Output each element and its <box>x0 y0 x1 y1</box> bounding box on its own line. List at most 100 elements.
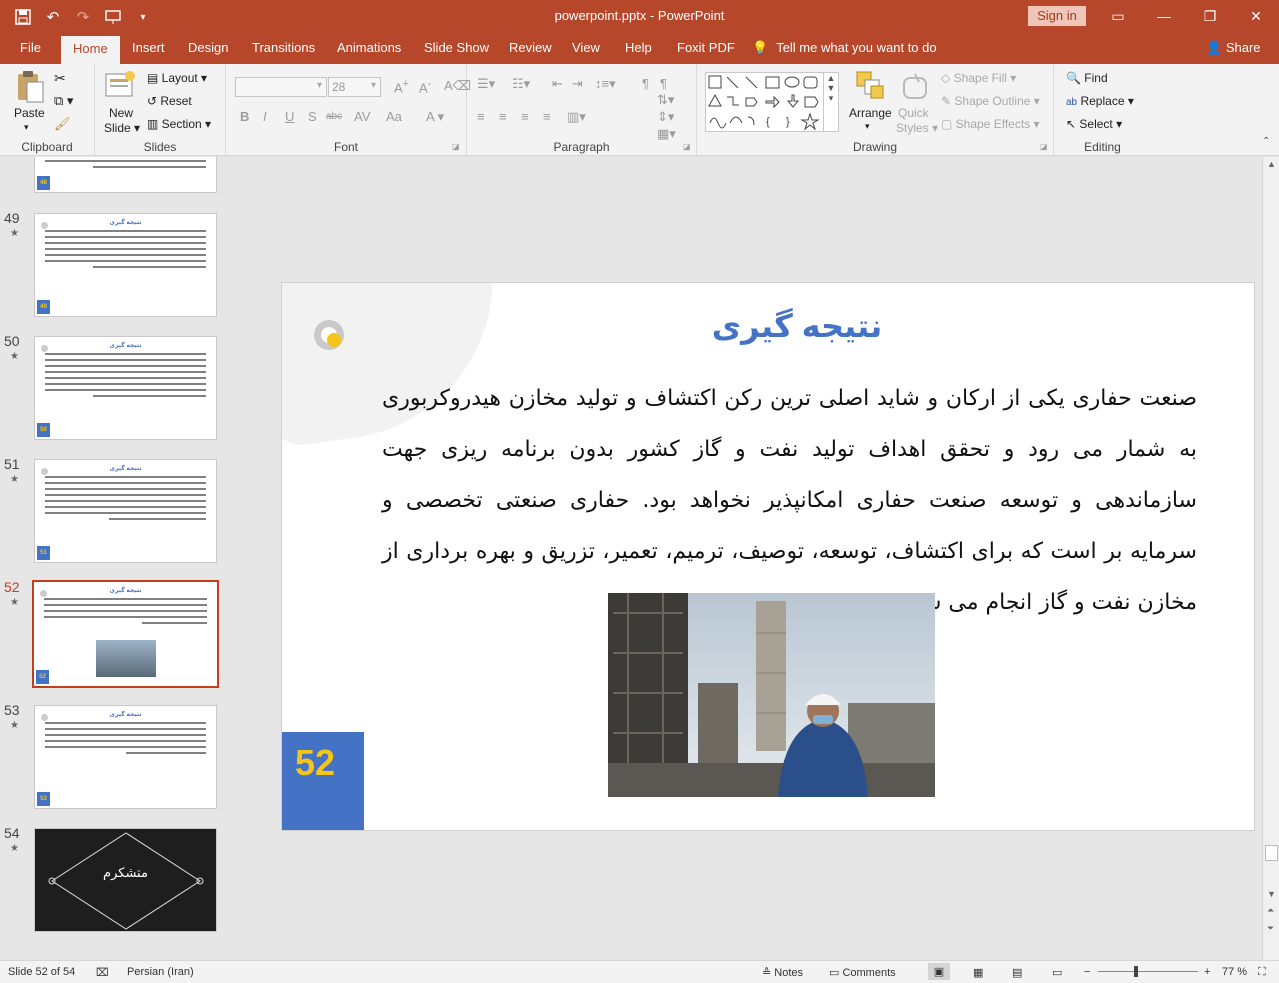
tab-file[interactable]: File <box>20 40 41 55</box>
arrange-icon[interactable] <box>855 70 885 100</box>
slide-title[interactable]: نتیجه گیری <box>282 307 1254 345</box>
zoom-in-icon[interactable]: + <box>1204 966 1210 978</box>
next-slide-icon[interactable]: ⏷ <box>1267 923 1274 934</box>
shape-outline-button[interactable]: ✎ Shape Outline ▾ <box>941 94 1040 108</box>
new-slide-button[interactable]: Slide ▾ <box>104 121 140 135</box>
bullets-icon[interactable]: ☰▾ <box>477 76 495 92</box>
paste-dropdown-icon[interactable]: ▾ <box>24 122 29 133</box>
columns-icon[interactable]: ▥▾ <box>567 109 586 125</box>
slide-show-icon[interactable]: ▭ <box>1052 966 1062 979</box>
tab-home[interactable]: Home <box>61 36 120 64</box>
close-button[interactable]: ✕ <box>1236 4 1276 28</box>
paste-button[interactable]: Paste <box>14 106 45 120</box>
paste-icon[interactable] <box>15 70 45 103</box>
tab-slide-show[interactable]: Slide Show <box>424 40 489 55</box>
scroll-thumb[interactable] <box>1265 845 1278 861</box>
quick-styles-label-1[interactable]: Quick <box>898 106 929 120</box>
decrease-font-icon[interactable]: A- <box>419 78 431 95</box>
sign-in-button[interactable]: Sign in <box>1028 6 1086 26</box>
shape-fill-button[interactable]: ◇ Shape Fill ▾ <box>941 71 1016 85</box>
maximize-button[interactable]: ❐ <box>1190 4 1230 28</box>
thumbnail-slide-53[interactable]: نتیجه گیری 53 <box>34 705 217 809</box>
zoom-level[interactable]: 77 % <box>1222 966 1247 978</box>
zoom-slider-thumb[interactable] <box>1134 966 1138 977</box>
previous-slide-icon[interactable]: ⏶ <box>1267 905 1274 916</box>
section-button[interactable]: ▥ Section ▾ <box>147 117 211 131</box>
tab-design[interactable]: Design <box>188 40 228 55</box>
align-center-icon[interactable]: ≡ <box>499 109 507 124</box>
current-slide[interactable]: نتیجه گیری صنعت حفاری یکی از ارکان و شای… <box>281 282 1255 831</box>
text-direction-icon[interactable]: ⇅▾ <box>657 92 674 108</box>
rtl-icon[interactable]: ¶ <box>642 76 649 91</box>
fit-to-window-icon[interactable]: ⛶ <box>1258 966 1266 979</box>
align-left-icon[interactable]: ≡ <box>477 109 485 124</box>
thumbnail-slide-48[interactable]: 48 <box>34 157 217 193</box>
reset-button[interactable]: ↺ Reset <box>147 94 192 108</box>
bold-icon[interactable]: B <box>240 109 249 124</box>
underline-icon[interactable]: U <box>285 109 294 124</box>
select-button[interactable]: ↖ Select ▾ <box>1066 117 1122 131</box>
tab-help[interactable]: Help <box>625 40 652 55</box>
zoom-out-icon[interactable]: − <box>1084 966 1090 978</box>
thumbnail-slide-49[interactable]: نتیجه گیری 49 <box>34 213 217 317</box>
increase-font-icon[interactable]: A+ <box>394 78 409 95</box>
format-painter-icon[interactable]: 🖌 <box>54 116 71 132</box>
cut-icon[interactable]: ✂ <box>54 70 66 87</box>
reading-view-icon[interactable]: ▤ <box>1012 966 1022 979</box>
font-size-combo[interactable]: 28 ▾ <box>328 77 381 97</box>
line-spacing-icon[interactable]: ↕≡▾ <box>595 76 616 92</box>
new-slide-label-1[interactable]: New <box>109 106 133 120</box>
shapes-gallery[interactable]: {} <box>705 72 829 132</box>
align-right-icon[interactable]: ≡ <box>521 109 529 124</box>
thumbnail-slide-50[interactable]: نتیجه گیری 50 <box>34 336 217 440</box>
arrange-dropdown-icon[interactable]: ▾ <box>865 121 870 132</box>
slide-body-text[interactable]: صنعت حفاری یکی از ارکان و شاید اصلی ترین… <box>382 373 1197 628</box>
tab-animations[interactable]: Animations <box>337 40 401 55</box>
tab-transitions[interactable]: Transitions <box>252 40 315 55</box>
thumbnail-slide-54[interactable]: متشکرم <box>34 828 217 932</box>
zoom-slider[interactable] <box>1098 971 1198 972</box>
normal-view-icon[interactable]: ▣ <box>928 963 950 980</box>
slide-photo[interactable] <box>608 593 935 797</box>
quick-styles-icon[interactable] <box>901 72 931 102</box>
increase-indent-icon[interactable]: ⇥ <box>572 76 583 92</box>
tab-insert[interactable]: Insert <box>132 40 165 55</box>
font-color-icon[interactable]: A ▾ <box>426 109 444 125</box>
thumbnail-slide-51[interactable]: نتیجه گیری 51 <box>34 459 217 563</box>
tab-view[interactable]: View <box>572 40 600 55</box>
language-indicator[interactable]: Persian (Iran) <box>127 966 194 978</box>
slide-scrollbar[interactable]: ▲ ▼ ⏶ ⏷ <box>1262 157 1279 960</box>
share-button[interactable]: 👤 Share <box>1206 40 1261 56</box>
numbering-icon[interactable]: ☷▾ <box>512 76 530 92</box>
character-spacing-icon[interactable]: AV <box>354 109 370 124</box>
arrange-button[interactable]: Arrange <box>849 106 892 120</box>
slide-sorter-icon[interactable]: ▦ <box>973 966 983 979</box>
quick-styles-button[interactable]: Styles ▾ <box>896 121 938 135</box>
scroll-down-icon[interactable]: ▼ <box>1267 889 1276 899</box>
tab-foxit-pdf[interactable]: Foxit PDF <box>677 40 735 55</box>
find-button[interactable]: 🔍 Find <box>1066 71 1108 85</box>
font-name-combo[interactable]: ▾ <box>235 77 327 97</box>
scroll-up-icon[interactable]: ▲ <box>1267 159 1276 169</box>
replace-button[interactable]: ab Replace ▾ <box>1066 94 1134 108</box>
layout-button[interactable]: ▤ Layout ▾ <box>147 71 207 85</box>
shapes-scroll[interactable]: ▲ ▼ ▾ <box>823 72 839 132</box>
comments-button[interactable]: ▭ Comments <box>829 966 896 979</box>
copy-icon[interactable]: ⧉ ▾ <box>54 93 73 109</box>
collapse-ribbon-icon[interactable]: ⌃ <box>1262 136 1270 147</box>
ribbon-display-options-icon[interactable]: ▭ <box>1098 4 1138 28</box>
ltr-icon[interactable]: ¶ <box>660 76 667 91</box>
new-slide-icon[interactable] <box>105 70 135 100</box>
tab-review[interactable]: Review <box>509 40 552 55</box>
tell-me-search[interactable]: 💡 Tell me what you want to do <box>752 40 937 56</box>
decrease-indent-icon[interactable]: ⇤ <box>552 76 563 92</box>
minimize-button[interactable]: — <box>1144 4 1184 28</box>
shape-effects-button[interactable]: ▢ Shape Effects ▾ <box>941 117 1040 131</box>
strikethrough-icon[interactable]: abc <box>326 111 342 122</box>
thumbnail-slide-52-selected[interactable]: نتیجه گیری 52 <box>32 580 219 688</box>
slide-thumbnails-pane[interactable]: 48 49 ★ نتیجه گیری 49 50 ★ نتیجه گیری 50… <box>0 157 236 960</box>
align-text-icon[interactable]: ⇕▾ <box>657 109 674 125</box>
slide-count[interactable]: Slide 52 of 54 <box>8 966 75 978</box>
spell-check-icon[interactable]: ⌧ <box>96 966 109 979</box>
italic-icon[interactable]: I <box>263 109 267 124</box>
